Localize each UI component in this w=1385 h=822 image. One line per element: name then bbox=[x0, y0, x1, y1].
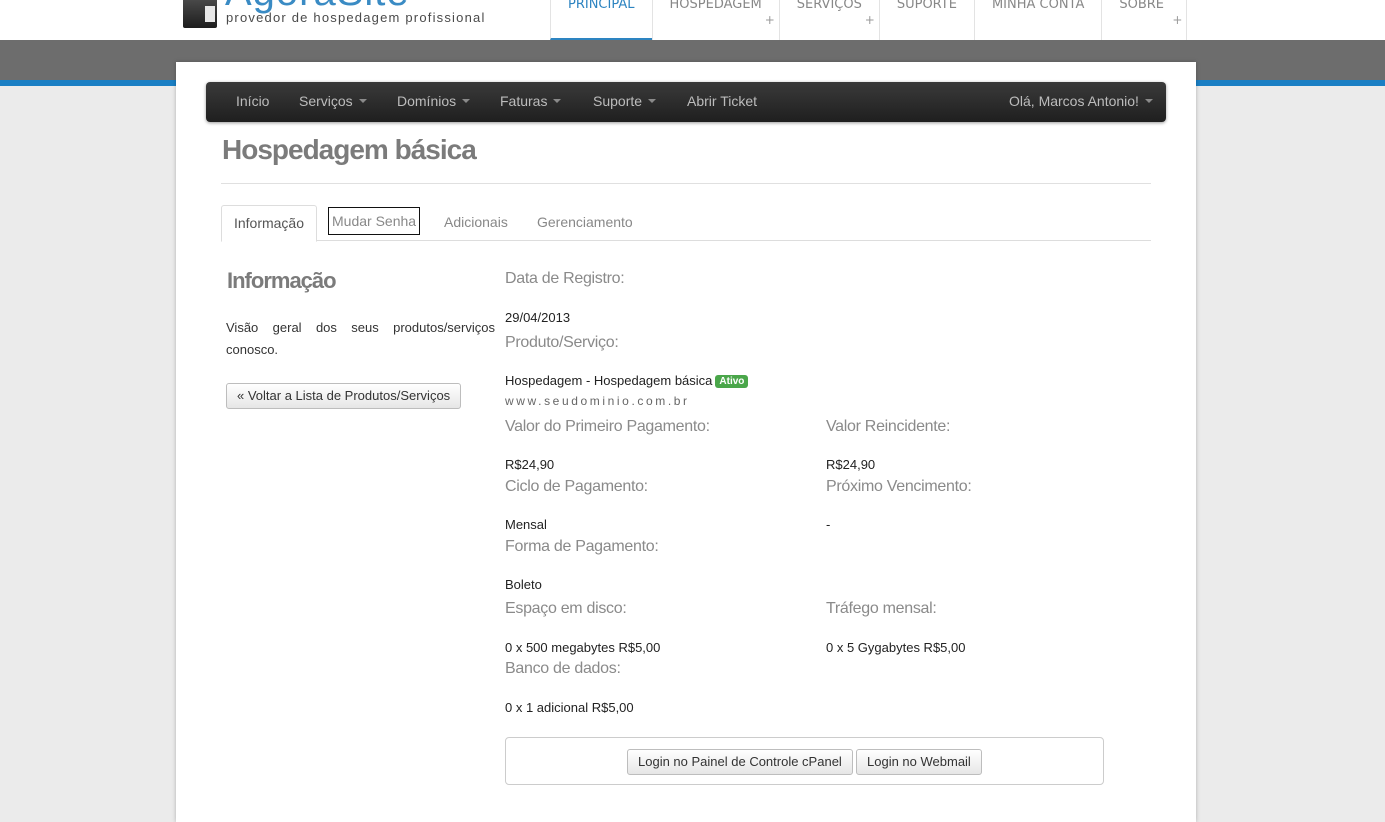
title-divider bbox=[221, 183, 1151, 184]
recurring-value: R$24,90 bbox=[826, 457, 876, 472]
caret-down-icon bbox=[553, 99, 562, 104]
login-actions: Login no Painel de Controle cPanel Login… bbox=[505, 737, 1104, 785]
tab-gerenciamento[interactable]: Gerenciamento bbox=[537, 205, 633, 239]
caret-down-icon bbox=[648, 99, 657, 104]
registration-value: 29/04/2013 bbox=[505, 310, 571, 325]
plus-icon: + bbox=[764, 13, 775, 27]
disk-value: 0 x 500 megabytes R$5,00 bbox=[505, 640, 661, 655]
product-label: Produto/Serviço: bbox=[505, 334, 619, 351]
client-navbar: Início Serviços Domínios Faturas Suporte… bbox=[206, 82, 1166, 122]
registration-label: Data de Registro: bbox=[505, 270, 625, 287]
first-payment-value: R$24,90 bbox=[505, 457, 555, 472]
disk-label: Espaço em disco: bbox=[505, 600, 627, 617]
client-nav-abrir-ticket[interactable]: Abrir Ticket bbox=[687, 82, 757, 122]
first-payment-label: Valor do Primeiro Pagamento: bbox=[505, 418, 710, 435]
server-icon bbox=[183, 0, 217, 28]
next-due-value: - bbox=[826, 517, 831, 532]
caret-down-icon bbox=[358, 99, 367, 104]
payment-method-value: Boleto bbox=[505, 577, 542, 592]
plus-icon: + bbox=[1172, 13, 1183, 27]
client-nav-faturas[interactable]: Faturas bbox=[500, 82, 562, 122]
back-to-products-button[interactable]: « Voltar a Lista de Produtos/Serviços bbox=[226, 383, 462, 409]
main-nav-servicos[interactable]: SERVIÇOS + bbox=[778, 0, 879, 40]
main-nav-hospedagem[interactable]: HOSPEDAGEM + bbox=[651, 0, 779, 40]
caret-down-icon bbox=[1144, 99, 1153, 104]
recurring-label: Valor Reincidente: bbox=[826, 418, 951, 435]
page-title: Hospedagem básica bbox=[222, 134, 477, 165]
product-tabs: Informação Mudar Senha Adicionais Gerenc… bbox=[221, 205, 1151, 242]
payment-method-label: Forma de Pagamento: bbox=[505, 538, 659, 555]
db-label: Banco de dados: bbox=[505, 660, 621, 677]
tab-adicionais[interactable]: Adicionais bbox=[444, 205, 508, 239]
domain-value: www.seudominio.com.br bbox=[505, 394, 690, 408]
main-nav-suporte[interactable]: SUPORTE bbox=[878, 0, 974, 40]
db-value: 0 x 1 adicional R$5,00 bbox=[505, 700, 634, 715]
caret-down-icon bbox=[462, 99, 471, 104]
site-header: AgoraSite provedor de hospedagem profiss… bbox=[0, 0, 1385, 40]
sidebar-description: Visão geral dos seus produtos/serviços c… bbox=[226, 320, 495, 357]
webmail-login-button[interactable]: Login no Webmail bbox=[856, 749, 982, 775]
product-name: Hospedagem - Hospedagem básica bbox=[505, 373, 713, 388]
logo-tagline: provedor de hospedagem profissional bbox=[226, 10, 486, 25]
sidebar-title: Informação bbox=[227, 268, 337, 293]
client-nav-servicos[interactable]: Serviços bbox=[299, 82, 367, 122]
product-value: Hospedagem - Hospedagem básica Ativo bbox=[505, 373, 749, 388]
main-nav: PRINCIPAL HOSPEDAGEM + SERVIÇOS + SUPORTE … bbox=[550, 0, 1188, 40]
cycle-label: Ciclo de Pagamento: bbox=[505, 478, 648, 495]
cpanel-login-button[interactable]: Login no Painel de Controle cPanel bbox=[627, 749, 853, 775]
tab-mudar-senha[interactable]: Mudar Senha bbox=[328, 207, 421, 235]
status-badge: Ativo bbox=[715, 375, 749, 388]
user-menu[interactable]: Olá, Marcos Antonio! bbox=[1009, 82, 1153, 122]
client-nav-suporte[interactable]: Suporte bbox=[593, 82, 657, 122]
tab-informacao[interactable]: Informação bbox=[221, 205, 317, 242]
main-nav-sobre[interactable]: SOBRE + bbox=[1101, 0, 1188, 40]
traffic-value: 0 x 5 Gygabytes R$5,00 bbox=[826, 640, 966, 655]
content-container: Início Serviços Domínios Faturas Suporte… bbox=[176, 62, 1196, 822]
cycle-value: Mensal bbox=[505, 517, 547, 532]
plus-icon: + bbox=[864, 13, 875, 27]
client-nav-inicio[interactable]: Início bbox=[236, 82, 269, 122]
next-due-label: Próximo Vencimento: bbox=[826, 478, 972, 495]
main-nav-principal[interactable]: PRINCIPAL bbox=[550, 0, 652, 40]
traffic-label: Tráfego mensal: bbox=[826, 600, 937, 617]
client-nav-dominios[interactable]: Domínios bbox=[397, 82, 471, 122]
main-nav-minha-conta[interactable]: MINHA CONTA bbox=[973, 0, 1101, 40]
